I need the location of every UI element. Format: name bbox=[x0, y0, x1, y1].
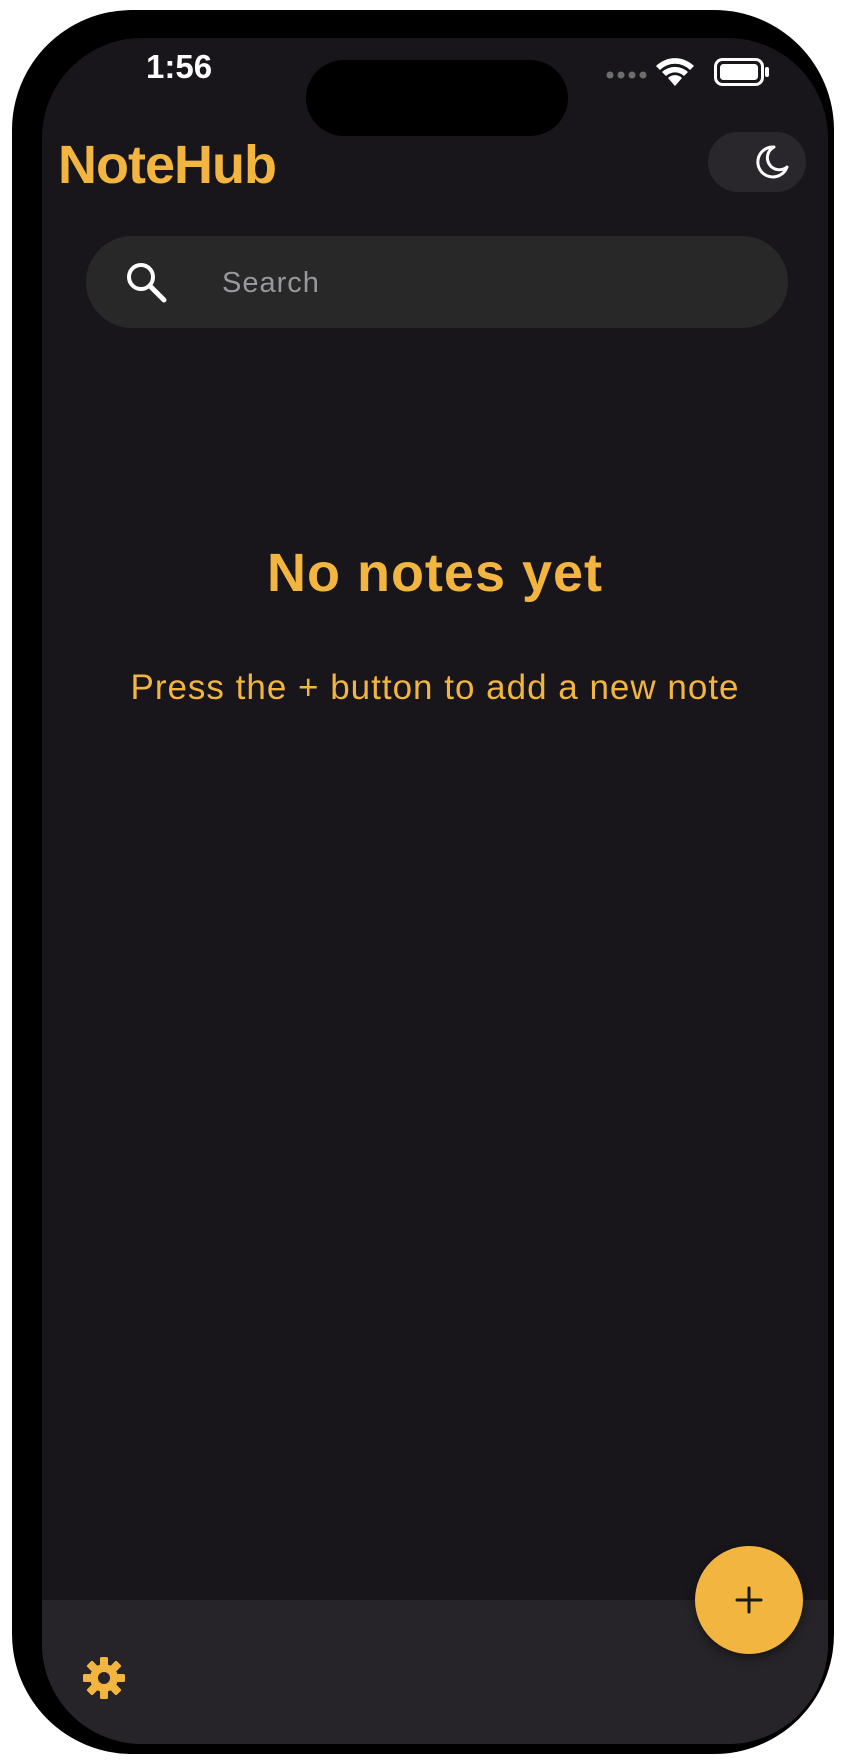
search-icon bbox=[127, 263, 167, 303]
battery-icon bbox=[714, 58, 769, 86]
theme-toggle-button[interactable] bbox=[708, 132, 806, 192]
device-frame: 1:56 NoteHub Search No notes yet Press t… bbox=[12, 10, 834, 1754]
add-note-button[interactable] bbox=[695, 1546, 803, 1654]
search-bar[interactable] bbox=[86, 236, 788, 328]
empty-state-title: No notes yet bbox=[266, 543, 604, 603]
plus-icon bbox=[735, 1586, 763, 1614]
moon-icon bbox=[756, 145, 789, 179]
wifi-icon bbox=[656, 58, 694, 86]
status-bar: 1:56 bbox=[42, 38, 828, 136]
empty-state-subtitle: Press the + button to add a new note bbox=[130, 668, 740, 707]
search-input[interactable] bbox=[220, 260, 744, 306]
status-time: 1:56 bbox=[146, 48, 213, 85]
dynamic-island bbox=[306, 60, 568, 136]
app-screen: 1:56 NoteHub Search No notes yet Press t… bbox=[42, 38, 828, 1744]
cellular-signal-icon bbox=[606, 71, 647, 79]
app-title: NoteHub bbox=[58, 135, 277, 195]
gear-icon[interactable] bbox=[80, 1654, 128, 1702]
